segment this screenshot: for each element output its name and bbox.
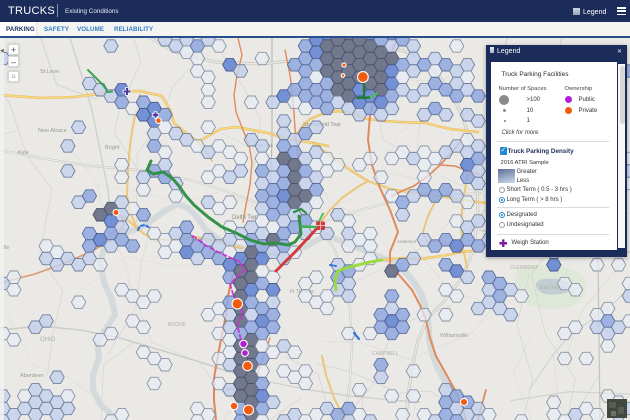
- svg-text:CAMPBELL: CAMPBELL: [372, 351, 399, 357]
- svg-text:Bright: Bright: [105, 145, 120, 151]
- svg-text:Kyle: Kyle: [18, 150, 29, 156]
- svg-text:New Alsace: New Alsace: [38, 128, 67, 134]
- svg-text:St Leon: St Leon: [40, 69, 59, 75]
- svg-text:BOONE: BOONE: [168, 322, 187, 328]
- svg-text:Aberdeen: Aberdeen: [20, 373, 44, 379]
- svg-text:CLERMONT: CLERMONT: [510, 265, 538, 271]
- svg-text:Anderson: Anderson: [397, 239, 417, 244]
- svg-text:Delhi Twp: Delhi Twp: [232, 215, 259, 221]
- svg-text:Withamsville: Withamsville: [440, 333, 468, 339]
- svg-text:OHIO: OHIO: [40, 337, 56, 343]
